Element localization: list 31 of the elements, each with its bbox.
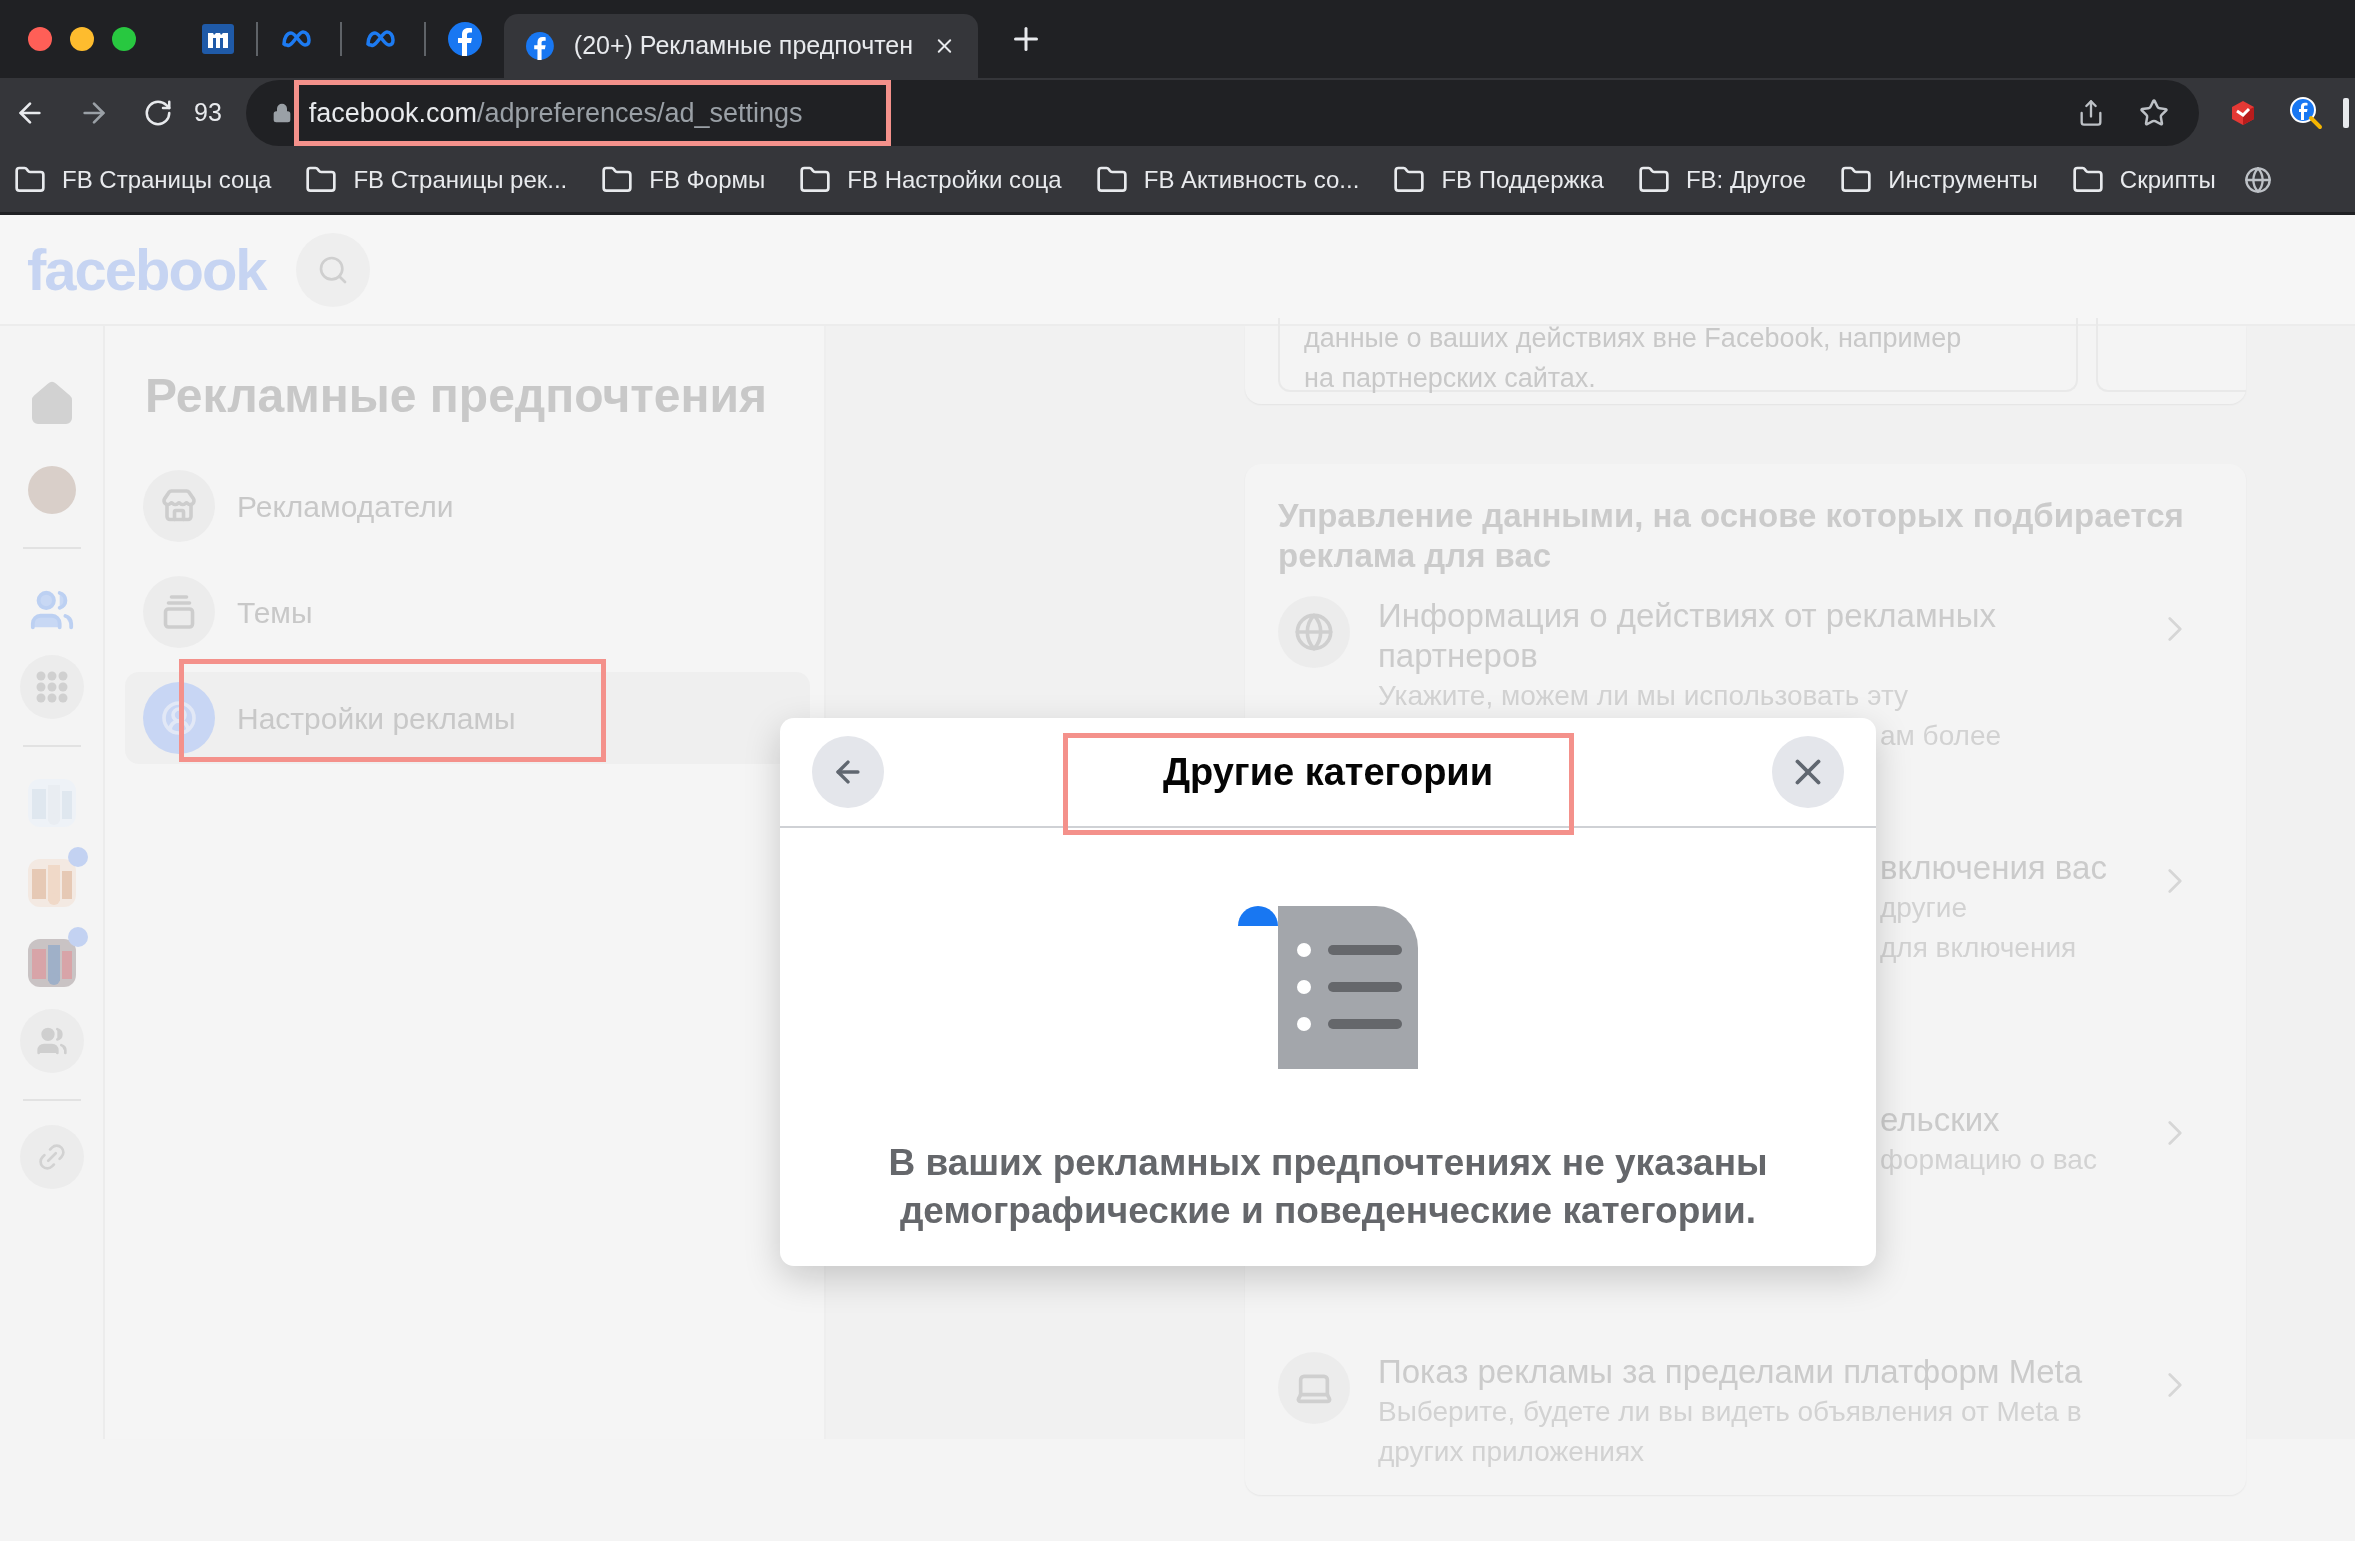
facebook-logo-icon — [526, 29, 554, 63]
facebook-search-extension-icon[interactable] — [2288, 96, 2323, 130]
bookmark-item[interactable]: FB Страницы рек... — [305, 162, 568, 198]
bookmark-item[interactable]: Инструменты — [1840, 162, 2038, 198]
bookmark-star-icon[interactable] — [2138, 98, 2169, 128]
bookmark-item[interactable]: Скрипты — [2071, 162, 2216, 198]
lock-icon — [271, 103, 292, 123]
address-bar[interactable]: facebook.com/adpreferences/ad_settings — [245, 80, 2199, 146]
bookmark-item[interactable]: FB Активность со... — [1095, 162, 1360, 198]
bookmark-item[interactable]: FB: Другое — [1637, 162, 1807, 198]
dialog-title: Другие категории — [1162, 749, 1494, 795]
dialog-message: В ваших рекламных предпочтениях не указаны демографические и поведенческие категории. — [887, 1141, 1769, 1233]
bookmark-item[interactable]: FB Настройки соца — [799, 162, 1062, 198]
grid-icon — [35, 671, 68, 703]
globe-icon[interactable] — [2243, 166, 2272, 194]
stacked-cards-icon — [161, 594, 197, 630]
reload-icon[interactable] — [143, 98, 173, 128]
reload-count: 93 — [194, 97, 222, 129]
toolbar-edge-icon[interactable] — [2342, 98, 2349, 128]
tab-title: (20+) Рекламные предпочтен — [573, 30, 914, 62]
user-circle-icon — [161, 700, 197, 736]
bookmark-item[interactable]: FB Формы — [601, 162, 766, 198]
globe-icon — [1294, 612, 1334, 652]
store-icon — [161, 488, 197, 524]
browser-tab[interactable]: (20+) Рекламные предпочтен — [504, 14, 978, 78]
app-logo-icon[interactable] — [202, 24, 234, 54]
url-text: facebook.com/adpreferences/ad_settings — [308, 96, 803, 130]
bookmark-item[interactable]: FB Страницы соца — [14, 162, 272, 198]
group-icon — [35, 1025, 68, 1057]
facebook-logo-icon — [448, 22, 482, 56]
bookmark-item[interactable]: FB Поддержка — [1393, 162, 1604, 198]
